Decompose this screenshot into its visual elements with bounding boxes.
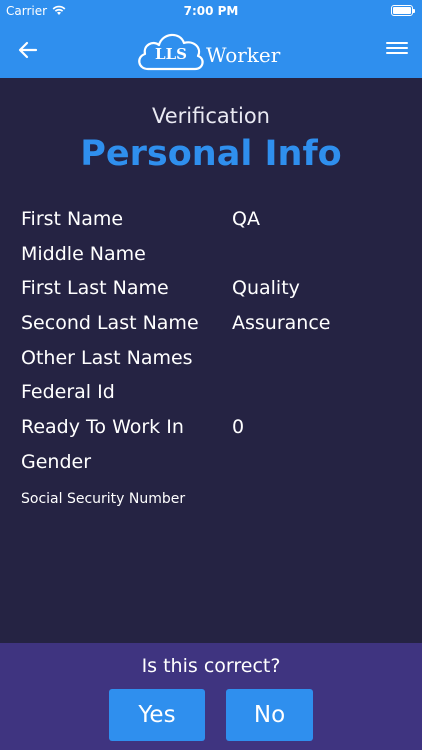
field-label: Other Last Names <box>21 346 193 369</box>
battery-icon <box>391 5 415 16</box>
status-bar: Carrier 7:00 PM <box>0 0 422 22</box>
field-row-first-name: First Name QA <box>21 202 401 237</box>
status-time: 7:00 PM <box>183 4 239 18</box>
field-value: Assurance <box>232 312 331 335</box>
field-row-middle-name: Middle Name <box>21 237 401 272</box>
field-label: Ready To Work In <box>21 416 184 439</box>
field-label: Middle Name <box>21 242 146 265</box>
field-label: First Last Name <box>21 277 169 300</box>
field-row-social-security-number: Social Security Number <box>21 480 401 515</box>
yes-button[interactable]: Yes <box>109 689 205 741</box>
field-row-other-last-names: Other Last Names <box>21 341 401 376</box>
field-row-first-last-name: First Last Name Quality <box>21 271 401 306</box>
field-label: Social Security Number <box>21 490 186 507</box>
field-value: 0 <box>232 416 245 439</box>
field-label: Federal Id <box>21 381 115 404</box>
field-value: QA <box>232 208 260 230</box>
personal-info-list: First Name QA Middle Name First Last Nam… <box>21 202 401 514</box>
field-row-federal-id: Federal Id <box>21 375 401 410</box>
logo-mark: LLS <box>155 45 187 63</box>
hamburger-menu-icon[interactable] <box>386 39 408 59</box>
field-label: Gender <box>21 450 92 473</box>
page-title: Personal Info <box>80 134 342 174</box>
app-logo: LLS Worker <box>134 27 294 73</box>
field-row-second-last-name: Second Last Name Assurance <box>21 306 401 341</box>
page-subtitle: Verification <box>152 104 270 128</box>
confirmation-footer: Is this correct? Yes No <box>0 643 422 750</box>
back-arrow-icon[interactable] <box>16 38 40 62</box>
nav-bar: LLS Worker <box>0 22 422 78</box>
field-row-gender: Gender <box>21 445 401 480</box>
field-value: Quality <box>232 277 300 300</box>
logo-wordmark: Worker <box>206 43 281 67</box>
field-label: First Name <box>21 208 124 230</box>
field-row-ready-to-work-in: Ready To Work In 0 <box>21 410 401 445</box>
no-button[interactable]: No <box>226 689 313 741</box>
confirmation-question: Is this correct? <box>141 655 281 677</box>
field-label: Second Last Name <box>21 312 199 335</box>
